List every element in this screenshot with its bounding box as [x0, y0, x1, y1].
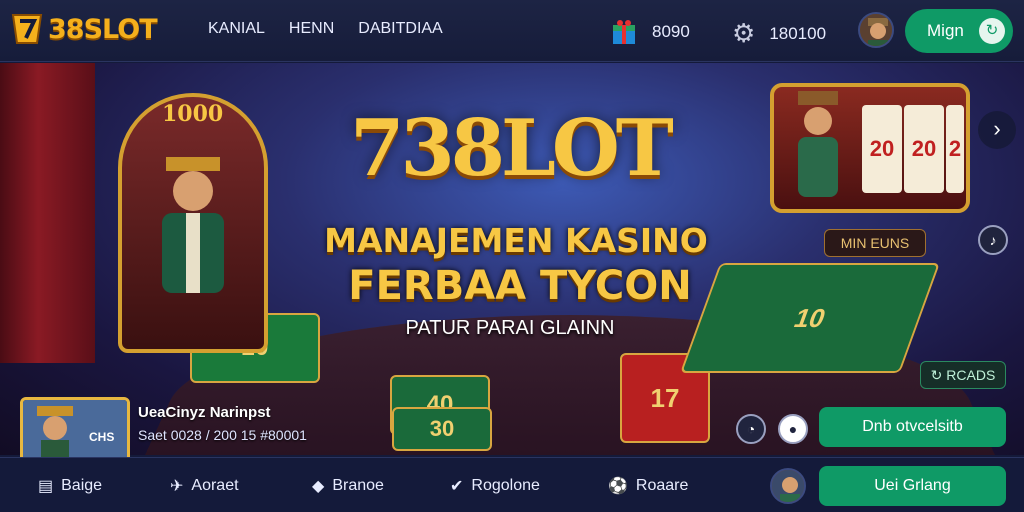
- hero-subtitle-line3: PATUR PARAI GLAINN: [405, 317, 615, 339]
- bottom-nav-item-branoe[interactable]: ◆ Branoe: [312, 476, 384, 496]
- shield-check-icon: ✔: [450, 478, 464, 495]
- curtain-decoration: [0, 63, 95, 363]
- gift-box-icon: [613, 20, 635, 44]
- avatar[interactable]: [770, 468, 806, 504]
- bottom-nav-label: Baige: [61, 477, 103, 494]
- featured-game-subtitle: Saet 0028 / 200 15 #80001: [138, 427, 307, 443]
- bottom-nav-item-roaare[interactable]: ⚽ Roaare: [608, 476, 688, 496]
- drop-icon: ◆: [312, 478, 325, 495]
- featured-game-title: UeaCinyz Narinpst: [138, 404, 271, 421]
- logo-shield-icon: [11, 14, 43, 44]
- featured-game-thumbnail[interactable]: CHS: [20, 397, 130, 463]
- gear-icon: ⚙: [732, 18, 756, 48]
- reads-badge[interactable]: ↻ RCADS: [920, 361, 1006, 389]
- reel: 20: [862, 105, 902, 193]
- bottom-nav-label: Aoraet: [191, 477, 239, 494]
- login-button[interactable]: Mign ↻: [905, 9, 1013, 53]
- bottom-nav-item-baige[interactable]: ▤ Baige: [38, 476, 102, 496]
- sound-icon[interactable]: ◔: [736, 414, 766, 444]
- nav-item-dabitdiaa[interactable]: DABITDIAA: [358, 20, 442, 38]
- chat-icon[interactable]: ●: [778, 414, 808, 444]
- character-right-icon: [798, 91, 838, 197]
- stat-settings-value: 180100: [769, 23, 827, 43]
- primary-action-button[interactable]: Dnb otvcelsitb: [819, 407, 1006, 447]
- logo[interactable]: 38SLOT: [10, 12, 158, 46]
- user-avatar-icon: [772, 470, 804, 502]
- hero-subtitle-line1: MANAJEMEN KASINO: [324, 221, 708, 260]
- nav-item-kanial[interactable]: KANIAL: [208, 20, 265, 38]
- hero-subtitle-line2: FERBAA TYCON: [348, 263, 692, 309]
- felt-number: 30: [429, 416, 455, 441]
- featured-game-info: UeaCinyz Narinpst Saet 0028 / 200 15 #80…: [138, 404, 307, 443]
- avatar[interactable]: [858, 12, 894, 48]
- character-left-icon: [162, 157, 224, 293]
- wheel-label: 1000: [162, 101, 224, 127]
- badge-win: MIN EUNS: [824, 229, 926, 257]
- bottom-action-button[interactable]: Uei Grlang: [819, 466, 1006, 506]
- reel: 2: [946, 105, 964, 193]
- felt-panel: 30: [392, 407, 492, 451]
- audio-toggle-icon[interactable]: ♪: [978, 225, 1008, 255]
- top-bar: 38SLOT KANIAL HENN DABITDIAA 8090 ⚙ 1801…: [0, 0, 1024, 62]
- plane-icon: ✈: [170, 478, 184, 495]
- bottom-nav-label: Branoe: [332, 477, 384, 494]
- reload-icon: ↻: [930, 367, 943, 383]
- hero-banner[interactable]: 20 40 30 17 10 1000 20 20 2 738LOT MANAJ…: [0, 63, 1024, 455]
- bottom-nav-bar: ▤ Baige ✈ Aoraet ◆ Branoe ✔ Rogolone ⚽ R…: [0, 457, 1024, 512]
- user-avatar-icon: [860, 14, 892, 46]
- chevron-right-icon: ›: [993, 116, 1001, 141]
- wheel-machine: 1000: [118, 93, 268, 353]
- stat-gift-value: 8090: [652, 22, 690, 41]
- reel: 20: [904, 105, 944, 193]
- hero-title: 738LOT: [350, 103, 674, 194]
- bottom-nav-item-aoraet[interactable]: ✈ Aoraet: [170, 476, 239, 496]
- stat-gift[interactable]: 8090: [610, 18, 690, 46]
- stat-settings[interactable]: ⚙ 180100: [732, 18, 826, 49]
- bottom-nav-label: Roaare: [635, 477, 689, 494]
- login-label: Mign: [927, 21, 964, 40]
- top-nav: KANIAL HENN DABITDIAA: [208, 20, 443, 38]
- slot-machine: 20 20 2: [770, 83, 970, 213]
- soccer-ball-icon: ⚽: [608, 478, 628, 495]
- page-icon: ▤: [38, 478, 54, 495]
- reads-label: RCADS: [946, 367, 996, 383]
- thumb-label: CHS: [89, 430, 115, 444]
- bottom-nav-item-rogolone[interactable]: ✔ Rogolone: [450, 476, 540, 496]
- nav-item-henn[interactable]: HENN: [289, 20, 334, 38]
- next-slide-button[interactable]: ›: [978, 111, 1016, 149]
- logo-text: 38SLOT: [48, 13, 158, 45]
- refresh-icon: ↻: [979, 18, 1005, 44]
- bottom-nav-label: Rogolone: [471, 477, 540, 494]
